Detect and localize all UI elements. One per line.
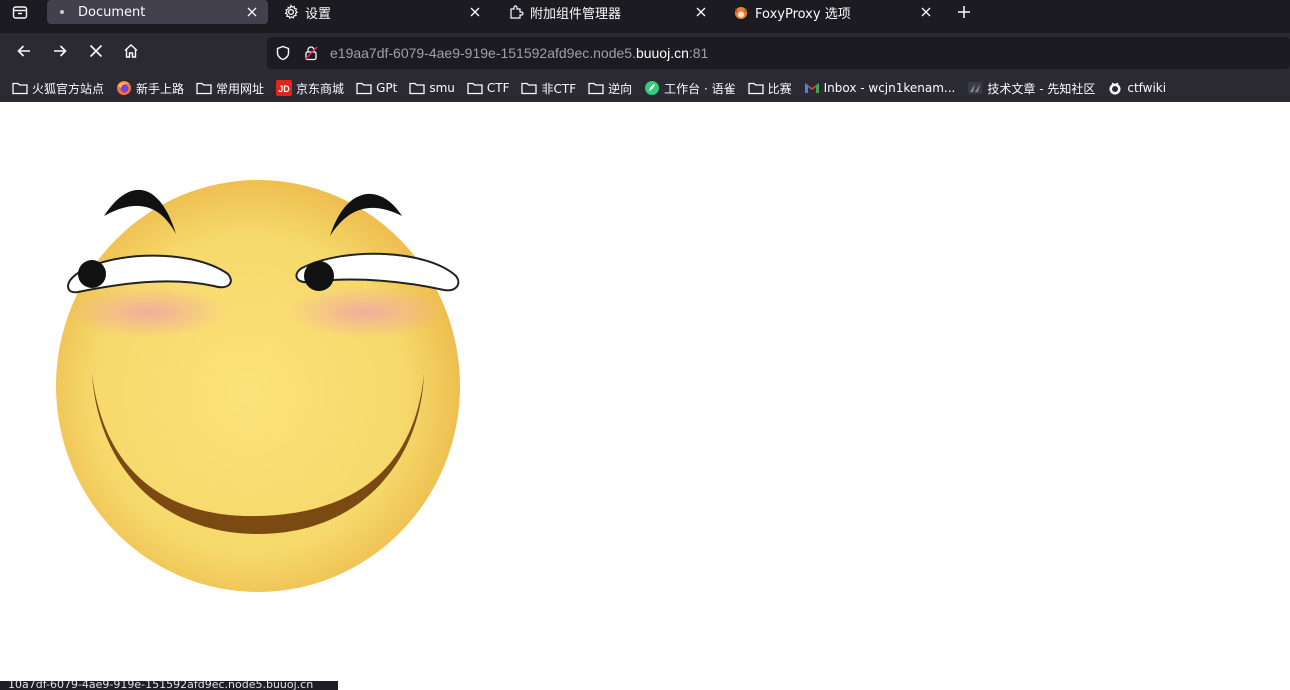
folder-icon xyxy=(747,80,764,96)
puzzle-icon xyxy=(508,4,524,20)
bookmark-label: ctfwiki xyxy=(1127,81,1167,95)
tab-label: 设置 xyxy=(305,6,332,22)
bookmark-item[interactable]: 火狐官方站点 xyxy=(12,80,104,97)
stop-x-icon xyxy=(89,44,103,58)
yuque-icon xyxy=(644,80,660,96)
tab-list-icon xyxy=(12,6,28,19)
tab-foxyproxy-options[interactable]: FoxyProxy 选项 xyxy=(724,0,942,24)
page-content xyxy=(0,102,1290,690)
smiley-face-image xyxy=(56,180,460,592)
folder-icon xyxy=(356,80,372,96)
right-blush xyxy=(286,286,446,338)
bookmark-label: 技术文章 - 先知社区 xyxy=(987,81,1096,96)
svg-text:JD: JD xyxy=(278,84,290,94)
gear-icon xyxy=(283,4,299,20)
bookmark-label: 常用网址 xyxy=(216,81,265,96)
bookmark-item[interactable]: 新手上路 xyxy=(116,80,184,97)
plus-icon xyxy=(958,6,970,18)
folder-icon xyxy=(588,80,604,96)
close-icon[interactable] xyxy=(690,1,712,23)
home-button[interactable] xyxy=(117,37,145,65)
arrow-right-icon xyxy=(54,45,67,57)
bookmark-label: 非CTF xyxy=(541,81,577,96)
status-text: 10a7df-6079-4ae9-919e-151592afd9ec.node5… xyxy=(8,681,314,690)
bookmark-item[interactable]: 常用网址 xyxy=(196,80,264,97)
tab-label: 附加组件管理器 xyxy=(530,6,622,22)
new-tab-button[interactable] xyxy=(953,1,975,23)
tab-document[interactable]: Document xyxy=(47,0,268,24)
bookmark-item[interactable]: 逆向 xyxy=(588,80,632,97)
folder-icon xyxy=(467,80,483,96)
dot-icon xyxy=(56,4,72,20)
folder-icon xyxy=(196,80,212,96)
close-icon[interactable] xyxy=(915,1,937,23)
bookmark-label: 工作台 · 语雀 xyxy=(664,81,736,96)
bookmark-label: 京东商城 xyxy=(296,81,345,96)
shield-icon[interactable] xyxy=(273,43,293,63)
ctfwiki-icon xyxy=(1107,80,1123,96)
back-button[interactable] xyxy=(10,37,38,65)
tab-addons-manager[interactable]: 附加组件管理器 xyxy=(499,0,717,24)
right-pupil xyxy=(304,261,334,291)
url-prefix: e19aa7df-6079-4ae9-919e-151592afd9ec.nod… xyxy=(330,45,636,61)
tab-label: Document xyxy=(78,4,146,20)
jd-icon: JD xyxy=(276,80,293,96)
bookmark-label: smu xyxy=(429,81,455,95)
status-bar: 10a7df-6079-4ae9-919e-151592afd9ec.node5… xyxy=(0,681,338,690)
bookmark-item[interactable]: 比赛 xyxy=(747,80,792,97)
left-pupil xyxy=(78,260,106,288)
forward-button[interactable] xyxy=(46,37,74,65)
url-port: :81 xyxy=(688,45,709,61)
bookmark-item[interactable]: GPt xyxy=(356,80,397,96)
folder-icon xyxy=(409,80,425,96)
bookmark-item[interactable]: JD 京东商城 xyxy=(276,80,344,97)
url-bar[interactable]: e19aa7df-6079-4ae9-919e-151592afd9ec.nod… xyxy=(267,37,1290,69)
firefox-icon xyxy=(116,80,132,96)
tab-label: FoxyProxy 选项 xyxy=(755,6,851,22)
folder-icon xyxy=(12,80,28,96)
url-text: e19aa7df-6079-4ae9-919e-151592afd9ec.nod… xyxy=(330,45,708,61)
bookmark-label: 新手上路 xyxy=(136,81,185,96)
stop-button[interactable] xyxy=(82,37,110,65)
insecure-lock-icon[interactable] xyxy=(301,43,321,63)
bookmark-label: 比赛 xyxy=(767,81,792,96)
left-blush xyxy=(68,286,228,338)
bookmark-label: Inbox - wcjn1kenam... xyxy=(823,81,956,95)
url-domain: buuoj.cn xyxy=(635,45,689,61)
bookmark-item[interactable]: CTF xyxy=(467,80,510,96)
bookmark-label: 逆向 xyxy=(608,81,633,96)
bookmark-label: 火狐官方站点 xyxy=(32,81,105,96)
bookmark-label: CTF xyxy=(486,81,510,95)
tab-list-button[interactable] xyxy=(0,0,40,24)
tab-bar: Document 设置 附加组件管理器 FoxyProxy 选项 xyxy=(0,0,1290,33)
bookmark-item[interactable]: 技术文章 - 先知社区 xyxy=(967,80,1095,97)
bookmark-item[interactable]: 工作台 · 语雀 xyxy=(644,80,736,97)
xianzhi-icon xyxy=(967,80,983,96)
home-icon xyxy=(124,44,138,58)
folder-icon xyxy=(521,80,538,96)
close-icon[interactable] xyxy=(464,1,486,23)
close-icon[interactable] xyxy=(241,1,263,23)
tab-settings[interactable]: 设置 xyxy=(274,0,491,24)
browser-chrome: Document 设置 附加组件管理器 FoxyProxy 选项 e19aa7d… xyxy=(0,0,1290,102)
arrow-left-icon xyxy=(17,45,30,57)
bookmark-item[interactable]: Inbox - wcjn1kenam... xyxy=(804,80,956,96)
bookmark-item[interactable]: smu xyxy=(409,80,455,96)
bookmark-item[interactable]: 非CTF xyxy=(521,80,576,97)
bookmark-label: GPt xyxy=(376,81,398,95)
navigation-toolbar: e19aa7df-6079-4ae9-919e-151592afd9ec.nod… xyxy=(0,33,1290,71)
bookmark-item[interactable]: ctfwiki xyxy=(1107,80,1166,96)
bookmarks-toolbar: 火狐官方站点 新手上路 常用网址 JD 京东商城 GPt smu CTF 非CT xyxy=(0,75,1290,101)
gmail-icon xyxy=(804,80,820,96)
fox-icon xyxy=(733,4,749,20)
